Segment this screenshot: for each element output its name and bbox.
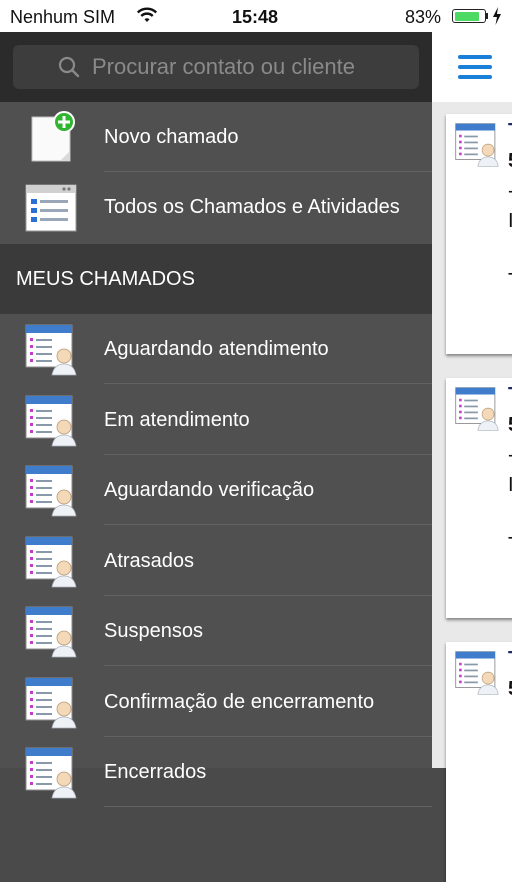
card-line3: I [508, 474, 512, 496]
battery-level [454, 11, 479, 21]
battery-icon [452, 9, 486, 23]
menu-item-all-tickets[interactable]: Todos os Chamados e Atividades [0, 172, 432, 242]
ticket-card[interactable]: T 5 - I T [446, 378, 512, 618]
card-line1: 5 [508, 678, 512, 701]
menu-item-1[interactable]: Aguardando atendimento [0, 314, 432, 384]
ticket-card[interactable]: T5 [446, 642, 512, 882]
menu-item-2[interactable]: Em atendimento [0, 385, 432, 455]
menu-item-7[interactable]: Encerrados [0, 737, 432, 807]
menu-item-label: Aguardando verificação [104, 479, 315, 501]
divider [104, 806, 432, 807]
menu-item-label: Suspensos [104, 620, 203, 642]
menu-item-new-ticket[interactable]: Novo chamado [0, 102, 432, 172]
ticket-user-icon [454, 386, 500, 432]
ticket-user-icon [24, 676, 78, 730]
card-line3: I [508, 210, 512, 232]
battery-percent: 83% [405, 7, 442, 27]
ticket-user-icon [24, 746, 78, 800]
ticket-user-icon [24, 535, 78, 589]
wifi-icon [136, 7, 158, 22]
card-line2: - [508, 444, 512, 467]
card-line1: 5 [508, 414, 512, 437]
charging-bolt-icon [493, 7, 501, 25]
section-header-my-tickets: MEUS CHAMADOS [0, 244, 432, 314]
menu-item-label: Em atendimento [104, 408, 250, 431]
status-bar: Nenhum SIM 15:48 83% [0, 0, 512, 32]
menu-item-4[interactable]: Atrasados [0, 526, 432, 596]
card-line1: 5 [508, 150, 512, 173]
search-icon [58, 56, 80, 78]
ticket-user-icon [454, 650, 500, 696]
search-bar [0, 32, 432, 102]
menu-item-3[interactable]: Aguardando verificação [0, 455, 432, 525]
card-line2: - [508, 180, 512, 203]
ticket-user-icon [24, 323, 78, 377]
ticket-card[interactable]: T 5 - I T [446, 114, 512, 354]
menu-item-label: Aguardando atendimento [104, 338, 329, 360]
ticket-user-icon [24, 464, 78, 518]
card-title: T [508, 384, 512, 407]
card-line4: T [508, 534, 512, 557]
menu-item-label: Confirmação de encerramento [104, 690, 375, 713]
menu-item-5[interactable]: Suspensos [0, 596, 432, 666]
battery-tip [486, 13, 488, 19]
side-menu: Novo chamado Todos os Chamados e Ativida… [0, 32, 432, 807]
hamburger-icon[interactable] [458, 54, 492, 80]
new-ticket-icon [31, 111, 75, 162]
ticket-user-icon [454, 122, 500, 168]
navigation-bar [432, 32, 512, 102]
ticket-user-icon [24, 605, 78, 659]
all-tickets-icon [25, 184, 77, 232]
card-title: T [508, 120, 512, 143]
menu-item-6[interactable]: Confirmação de encerramento [0, 667, 432, 737]
menu-item-label: Atrasados [104, 549, 195, 572]
ticket-user-icon [24, 394, 78, 448]
menu-item-label: Novo chamado [104, 126, 239, 148]
section-title: MEUS CHAMADOS [16, 268, 195, 290]
search-input[interactable] [92, 52, 412, 82]
card-title: T [508, 648, 512, 671]
main-content: T5-IT T5-IT T5 [432, 32, 512, 882]
menu-item-label: Encerrados [104, 761, 207, 783]
clock: 15:48 [232, 7, 279, 27]
carrier-label: Nenhum SIM [10, 7, 116, 27]
card-line4: T [508, 270, 512, 293]
menu-item-label: Todos os Chamados e Atividades [104, 196, 400, 218]
